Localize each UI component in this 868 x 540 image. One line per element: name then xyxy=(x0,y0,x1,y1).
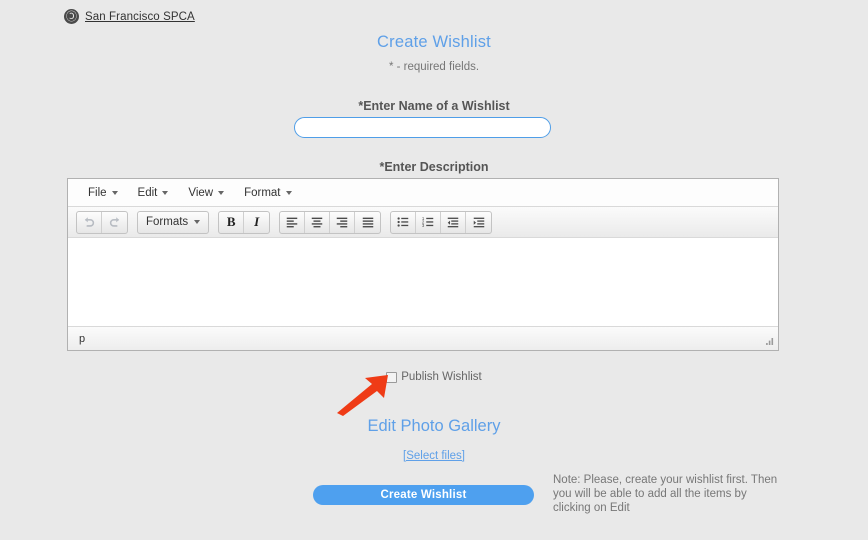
brand-bar: Ⓒ San Francisco SPCA xyxy=(0,0,868,34)
align-center-button[interactable] xyxy=(305,211,331,233)
redo-button[interactable] xyxy=(102,212,127,233)
editor-toolbar: Formats B I 1 2 3 xyxy=(68,207,778,238)
align-justify-icon xyxy=(361,215,375,229)
menu-view-label: View xyxy=(188,186,214,199)
numbered-list-button[interactable]: 123 xyxy=(416,211,442,233)
create-wishlist-button[interactable]: Create Wishlist xyxy=(313,485,534,505)
undo-button[interactable] xyxy=(77,211,102,233)
outdent-button[interactable] xyxy=(441,211,467,233)
brand-home-link[interactable]: Ⓒ San Francisco SPCA xyxy=(64,9,195,24)
numbered-list-icon: 123 xyxy=(421,215,435,229)
formats-dropdown[interactable]: Formats xyxy=(138,212,208,233)
menu-edit-label: Edit xyxy=(137,186,158,199)
publish-wishlist-checkbox[interactable] xyxy=(386,371,398,383)
editor-content-area[interactable] xyxy=(68,238,778,326)
wishlist-description-label: *Enter Description xyxy=(379,160,489,174)
menu-view[interactable]: View xyxy=(178,184,234,202)
element-path: p xyxy=(79,332,86,345)
chevron-down-icon xyxy=(285,190,292,195)
editor-menubar: File Edit View Format xyxy=(68,179,778,207)
undo-icon xyxy=(82,215,96,229)
required-fields-note: * - required fields. xyxy=(388,61,480,73)
toolbar-group-align xyxy=(279,210,382,234)
publish-wishlist-row: Publish Wishlist xyxy=(0,371,868,383)
bold-icon: B xyxy=(226,214,236,229)
toolbar-group-formats: Formats xyxy=(137,210,210,234)
menu-edit[interactable]: Edit xyxy=(128,184,179,202)
bullet-list-button[interactable] xyxy=(391,211,417,233)
indent-icon xyxy=(472,215,486,229)
svg-text:3: 3 xyxy=(422,223,425,228)
italic-icon: I xyxy=(254,214,260,229)
rich-text-editor: File Edit View Format Formats B I 1 2 3 … xyxy=(67,178,779,351)
resize-grip-icon[interactable] xyxy=(764,336,775,347)
page-title: Create Wishlist xyxy=(377,33,491,51)
align-right-icon xyxy=(335,215,349,229)
menu-format-label: Format xyxy=(244,186,281,199)
select-files-row: [Select files] xyxy=(0,448,868,462)
align-right-button[interactable] xyxy=(330,211,356,233)
editor-statusbar: p xyxy=(68,326,778,350)
menu-file-label: File xyxy=(88,186,107,199)
align-left-icon xyxy=(285,215,299,229)
italic-button[interactable]: I xyxy=(244,212,269,233)
chevron-down-icon xyxy=(162,190,169,195)
align-left-button[interactable] xyxy=(280,211,306,233)
toolbar-group-history xyxy=(76,210,128,234)
brand-name-label: San Francisco SPCA xyxy=(85,10,195,23)
menu-file[interactable]: File xyxy=(78,184,128,202)
select-files-link[interactable]: [Select files] xyxy=(403,450,465,462)
chevron-down-icon xyxy=(111,190,118,195)
edit-photo-gallery-title: Edit Photo Gallery xyxy=(367,417,501,435)
publish-wishlist-label[interactable]: Publish Wishlist xyxy=(401,371,482,383)
spca-circle-logo-icon: Ⓒ xyxy=(64,9,79,24)
wishlist-name-input[interactable] xyxy=(294,117,551,138)
redo-icon xyxy=(108,215,122,229)
indent-button[interactable] xyxy=(466,212,491,233)
align-center-icon xyxy=(310,215,324,229)
outdent-icon xyxy=(446,215,460,229)
instructions-note: Note: Please, create your wishlist first… xyxy=(553,474,778,514)
bold-button[interactable]: B xyxy=(219,211,245,233)
align-justify-button[interactable] xyxy=(355,212,380,233)
formats-dropdown-label: Formats xyxy=(146,216,189,228)
menu-format[interactable]: Format xyxy=(234,184,301,202)
wishlist-name-label: *Enter Name of a Wishlist xyxy=(358,99,510,113)
chevron-down-icon xyxy=(194,220,201,224)
chevron-down-icon xyxy=(218,190,225,195)
toolbar-group-lists: 123 xyxy=(390,210,493,234)
bullet-list-icon xyxy=(396,215,410,229)
toolbar-group-style: B I xyxy=(218,210,271,234)
